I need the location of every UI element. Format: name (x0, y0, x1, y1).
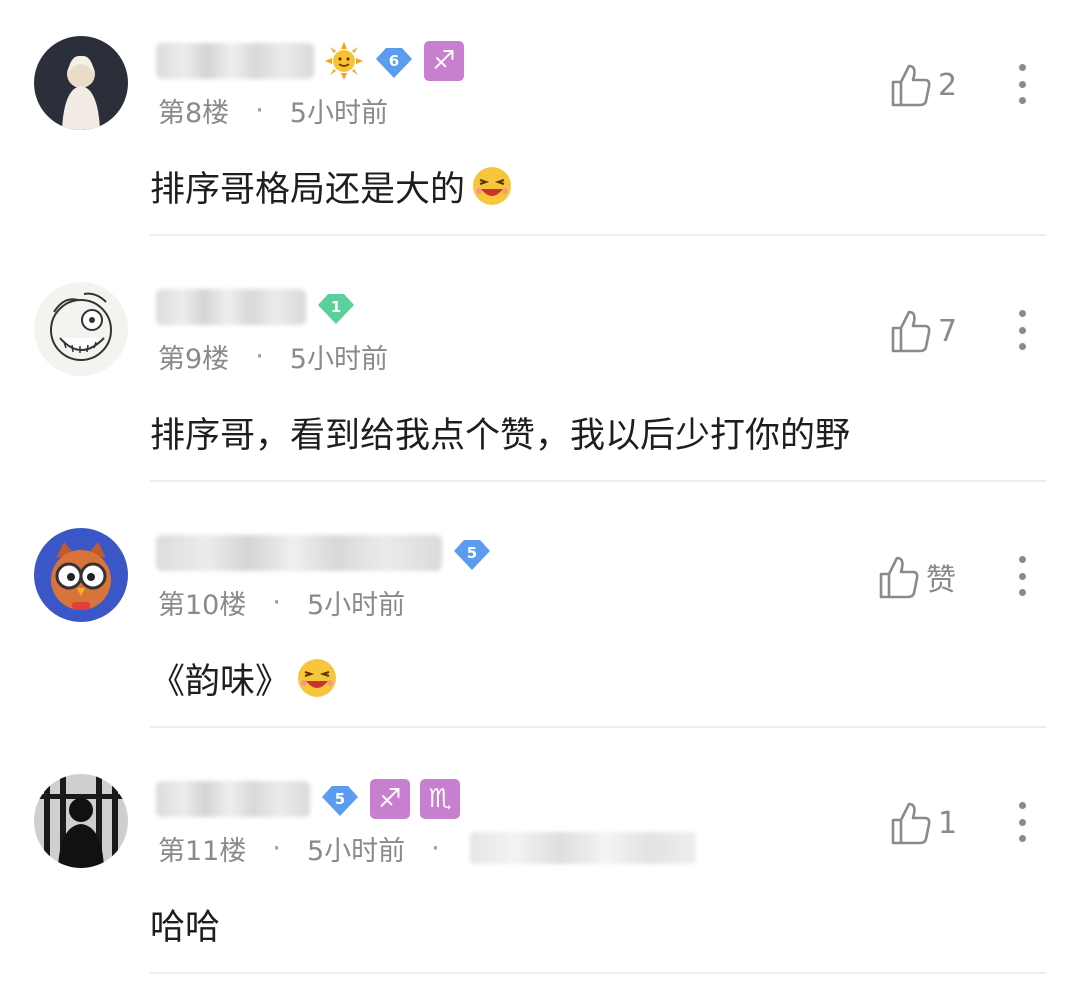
comment-item-floor-10: 5 第10楼 · 5小时前 赞 《韵味》 (0, 492, 1080, 738)
more-options-button[interactable] (1004, 800, 1040, 844)
comment-list: 6 ♐ 第8楼 · 5小时前 2 排序哥格局还是大的 1 第9楼 · 5小时前 … (0, 0, 1080, 992)
avatar[interactable] (34, 528, 128, 622)
more-options-button[interactable] (1004, 308, 1040, 352)
floor-label: 第8楼 (158, 97, 230, 129)
laughing-emoji-icon (298, 659, 337, 697)
username-blurred[interactable] (156, 289, 306, 325)
like-button[interactable]: 7 (890, 306, 957, 356)
username-blurred[interactable] (156, 781, 310, 817)
divider (150, 972, 1046, 974)
thumbs-up-icon (879, 556, 919, 599)
sagittarius-icon: ♐ (370, 779, 410, 819)
like-count: 2 (938, 67, 958, 103)
svg-text:6: 6 (389, 52, 399, 70)
meta-separator: · (272, 832, 281, 864)
svg-text:5: 5 (467, 544, 477, 562)
comment-item-floor-9: 1 第9楼 · 5小时前 7 排序哥，看到给我点个赞，我以后少打你的野 (0, 246, 1080, 492)
location-blurred (469, 832, 696, 864)
comment-text: 《韵味》 (150, 661, 291, 702)
meta-separator: · (255, 340, 264, 372)
avatar[interactable] (34, 36, 128, 130)
comment-content: 哈哈 (150, 894, 220, 954)
comment-item-floor-8: 6 ♐ 第8楼 · 5小时前 2 排序哥格局还是大的 (0, 0, 1080, 246)
level-badge-icon: 1 (318, 294, 354, 324)
more-options-button[interactable] (1004, 62, 1040, 106)
sun-icon (325, 42, 363, 80)
avatar[interactable] (34, 774, 128, 868)
comment-text: 哈哈 (150, 907, 221, 948)
meta-separator: · (431, 832, 440, 864)
divider (150, 726, 1046, 728)
level-badge-icon: 5 (454, 540, 490, 570)
timestamp: 5小时前 (289, 343, 388, 375)
like-button[interactable]: 1 (890, 798, 957, 848)
meta-separator: · (255, 94, 264, 126)
level-badge-icon: 6 (376, 48, 412, 78)
like-count: 7 (938, 313, 958, 349)
comment-item-floor-11: 5 ♐ ♏ 第11楼 · 5小时前 · 1 哈哈 (0, 738, 1080, 984)
avatar[interactable] (34, 282, 128, 376)
like-button[interactable]: 2 (890, 60, 957, 110)
svg-text:1: 1 (331, 298, 341, 316)
scorpio-icon: ♏ (420, 779, 460, 819)
laughing-emoji-icon (473, 167, 512, 205)
thumbs-up-icon (891, 802, 931, 845)
divider (150, 480, 1046, 482)
floor-label: 第9楼 (158, 343, 230, 375)
comment-text: 排序哥格局还是大的 (150, 169, 466, 210)
comment-content: 排序哥格局还是大的 (150, 156, 513, 216)
thumbs-up-icon (891, 64, 931, 107)
more-vertical-icon (1018, 556, 1026, 563)
more-options-button[interactable] (1004, 554, 1040, 598)
username-blurred[interactable] (156, 535, 442, 571)
timestamp: 5小时前 (306, 835, 406, 867)
level-badge-icon: 5 (322, 786, 358, 816)
username-blurred[interactable] (156, 43, 314, 79)
divider (150, 234, 1046, 236)
thumbs-up-icon (891, 310, 931, 353)
comment-content: 《韵味》 (150, 648, 338, 708)
timestamp: 5小时前 (306, 589, 406, 621)
floor-label: 第10楼 (158, 589, 247, 621)
meta-separator: · (272, 586, 281, 618)
more-vertical-icon (1018, 64, 1026, 71)
comment-text: 排序哥，看到给我点个赞，我以后少打你的野 (150, 415, 851, 456)
timestamp: 5小时前 (289, 97, 388, 129)
sagittarius-icon: ♐ (424, 41, 464, 81)
comment-content: 排序哥，看到给我点个赞，我以后少打你的野 (150, 402, 850, 462)
like-button[interactable]: 赞 (878, 552, 956, 602)
like-count: 1 (938, 805, 958, 841)
more-vertical-icon (1018, 802, 1026, 809)
more-vertical-icon (1018, 310, 1026, 317)
floor-label: 第11楼 (158, 835, 247, 867)
svg-text:5: 5 (335, 790, 345, 808)
like-label: 赞 (926, 563, 956, 598)
